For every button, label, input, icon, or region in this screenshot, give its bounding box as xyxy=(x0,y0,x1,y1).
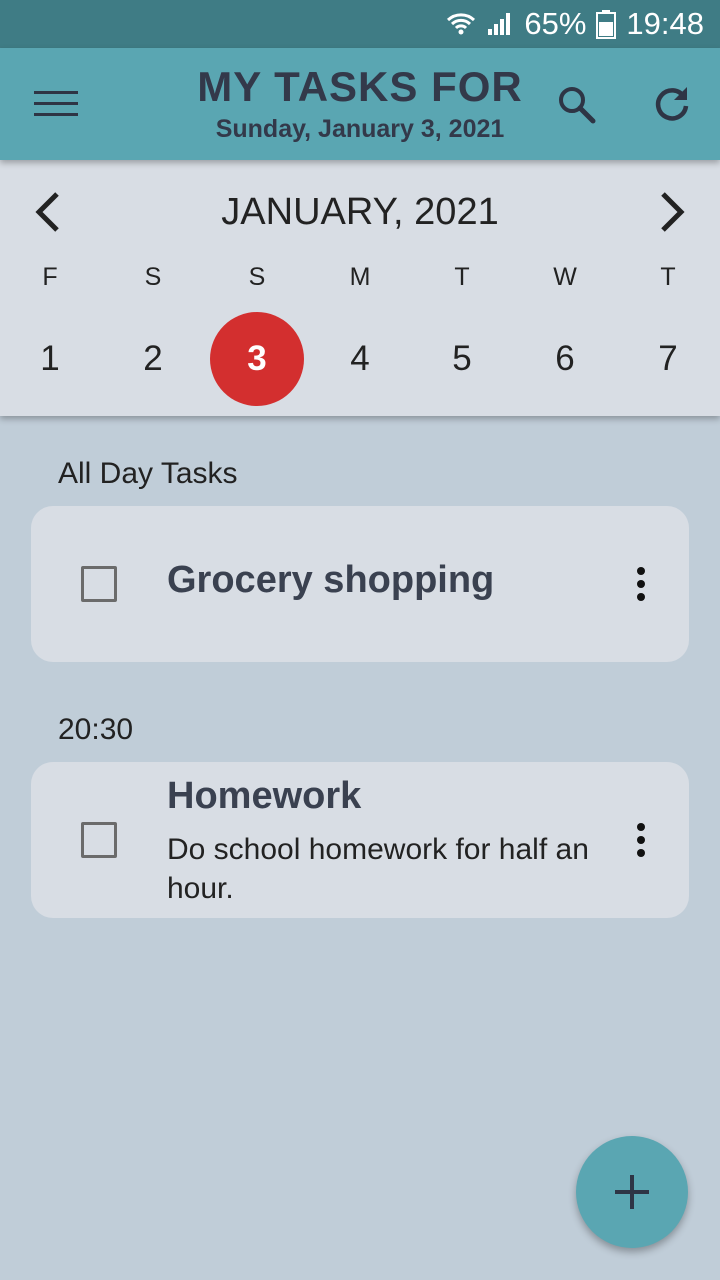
signal-icon xyxy=(486,11,514,37)
wifi-icon xyxy=(446,11,476,37)
menu-icon xyxy=(34,91,78,116)
search-icon xyxy=(559,87,596,124)
chevron-right-icon xyxy=(661,192,685,232)
task-title: Grocery shopping xyxy=(167,559,495,601)
task-more-button[interactable] xyxy=(619,556,663,612)
task-checkbox[interactable] xyxy=(81,822,117,858)
calendar-month-label: JANUARY, 2021 xyxy=(221,191,499,233)
app-bar: MY TASKS FOR Sunday, January 3, 2021 xyxy=(0,48,720,160)
week-calendar: JANUARY, 2021 F S S M T W T 1 2 3 4 5 6 … xyxy=(0,160,720,416)
more-vertical-icon xyxy=(637,567,645,601)
calendar-day-selected[interactable]: 3 xyxy=(210,312,304,406)
task-checkbox[interactable] xyxy=(81,566,117,602)
day-row: 1 2 3 4 5 6 7 xyxy=(0,312,720,406)
battery-percent: 65% xyxy=(524,6,587,41)
chevron-left-icon xyxy=(35,192,59,232)
task-more-button[interactable] xyxy=(619,812,663,868)
calendar-day[interactable]: 2 xyxy=(106,312,200,406)
task-title: Homework xyxy=(167,775,362,817)
weekday-label: M xyxy=(349,263,371,291)
weekday-label: S xyxy=(144,263,162,291)
calendar-day[interactable]: 6 xyxy=(518,312,612,406)
section-label-time: 20:30 xyxy=(58,713,134,746)
battery-icon xyxy=(596,9,617,39)
previous-week-button[interactable] xyxy=(22,186,74,238)
status-bar: 65% 19:48 xyxy=(0,0,720,48)
refresh-button[interactable] xyxy=(644,76,700,132)
page-subtitle-date: Sunday, January 3, 2021 xyxy=(215,115,505,143)
menu-button[interactable] xyxy=(26,76,86,132)
next-week-button[interactable] xyxy=(646,186,698,238)
calendar-day[interactable]: 4 xyxy=(313,312,407,406)
weekday-label: S xyxy=(248,263,266,291)
calendar-day[interactable]: 7 xyxy=(621,312,715,406)
search-button[interactable] xyxy=(548,76,604,132)
plus-icon xyxy=(615,1175,649,1209)
refresh-icon xyxy=(655,87,689,121)
add-task-button[interactable] xyxy=(576,1136,688,1248)
task-description: Do school homework for half an hour. xyxy=(167,833,589,905)
weekday-label: T xyxy=(454,263,470,291)
calendar-day[interactable]: 1 xyxy=(3,312,97,406)
section-label-all-day: All Day Tasks xyxy=(58,457,238,490)
more-vertical-icon xyxy=(637,823,645,857)
weekday-row: F S S M T W T xyxy=(0,262,720,292)
page-title: MY TASKS FOR xyxy=(197,63,523,110)
status-time: 19:48 xyxy=(626,6,704,41)
weekday-label: F xyxy=(42,263,58,291)
task-card[interactable]: Homework Do school homework for half an … xyxy=(31,762,689,918)
weekday-label: T xyxy=(660,263,676,291)
weekday-label: W xyxy=(553,263,577,291)
calendar-day[interactable]: 5 xyxy=(415,312,509,406)
task-card[interactable]: Grocery shopping xyxy=(31,506,689,662)
